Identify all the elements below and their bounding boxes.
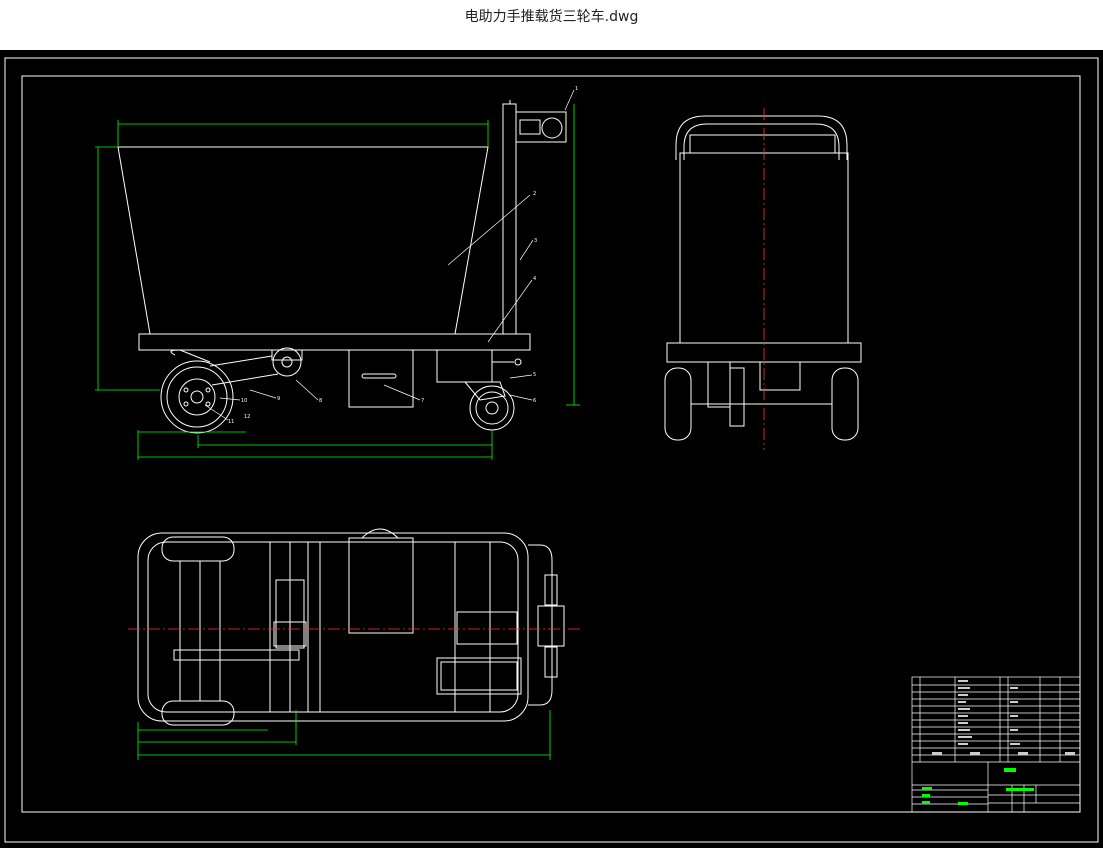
part-label: 12: [244, 414, 250, 420]
file-title: 电助力手推载货三轮车.dwg: [464, 9, 639, 25]
plan-controller: [537, 605, 565, 647]
plan-view-dimensions: [137, 710, 551, 760]
caster-fork: [463, 381, 506, 401]
part-label: 6: [533, 398, 536, 404]
title-bar: 电助力手推载货三轮车.dwg: [0, 0, 1103, 50]
part-label: 10: [241, 398, 247, 404]
caster-wheel: [469, 385, 515, 431]
rear-sprocket: [729, 367, 745, 427]
drawing-viewport[interactable]: 1 2 3 4 5 6 7 8 9 10 11 12: [0, 50, 1103, 848]
plan-view: [137, 528, 565, 726]
drive-chain: [209, 355, 279, 386]
bom-text-marks: [932, 680, 1075, 755]
handle-controller: [515, 111, 567, 143]
side-view-leaders: [204, 89, 575, 421]
cad-drawing: 1 2 3 4 5 6 7 8 9 10 11 12: [4, 57, 1099, 843]
motor-housing: [436, 349, 493, 383]
part-label: 11: [228, 419, 234, 425]
rear-wheel: [160, 360, 234, 434]
side-view-dimensions: [95, 104, 580, 460]
rear-right-tire: [831, 367, 859, 441]
part-label: 1: [575, 86, 578, 92]
plan-caster-unit: [456, 611, 518, 645]
part-label: 8: [319, 398, 322, 404]
hopper-body: [117, 146, 489, 335]
inner-frame: [21, 75, 1081, 813]
rear-view: [664, 115, 862, 441]
handle-post: [502, 103, 517, 335]
side-view: [117, 100, 567, 434]
drive-motor: [272, 347, 302, 377]
part-label: 2: [533, 191, 536, 197]
part-label: 9: [277, 396, 280, 402]
plan-left-tire: [161, 536, 235, 562]
title-block: [911, 676, 1081, 813]
part-label: 3: [534, 238, 537, 244]
bill-of-materials: [911, 676, 1081, 813]
part-label: 5: [533, 372, 536, 378]
platform-deck: [138, 333, 531, 351]
part-label: 7: [421, 398, 424, 404]
rear-left-tire: [664, 367, 692, 441]
title-block-marks: [922, 768, 1034, 805]
plan-handle: [528, 544, 553, 706]
part-label: 4: [533, 276, 536, 282]
plan-battery-box: [348, 537, 414, 634]
plan-drive-chain: [173, 649, 300, 661]
plan-footplate: [436, 657, 522, 695]
